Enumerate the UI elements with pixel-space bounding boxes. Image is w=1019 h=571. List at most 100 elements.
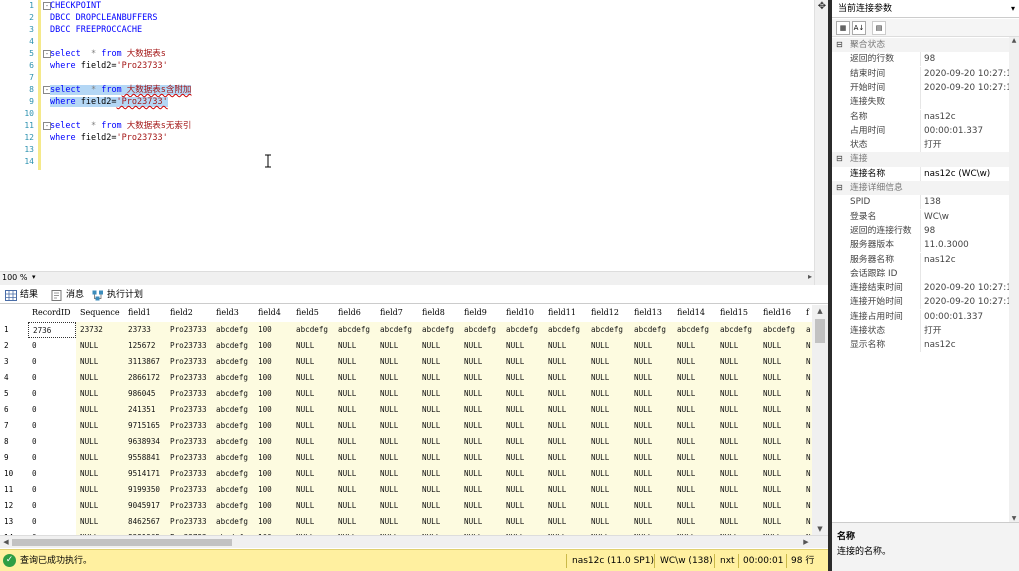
table-cell[interactable]: NULL [630,450,673,466]
property-row[interactable]: 连接结束时间 2020-09-20 10:27:15 [832,281,1019,296]
table-cell[interactable]: NULL [460,498,502,514]
table-cell[interactable]: NULL [292,514,334,530]
table-cell[interactable]: NULL [76,450,124,466]
table-cell[interactable]: N [802,450,812,466]
table-cell[interactable]: NULL [759,386,802,402]
table-cell[interactable]: Pro23733 [166,418,212,434]
row-number[interactable]: 13 [0,514,28,530]
table-cell[interactable]: 3113867 [124,354,166,370]
property-row[interactable]: 开始时间 2020-09-20 10:27:13 [832,80,1019,95]
table-cell[interactable]: NULL [376,466,418,482]
table-row[interactable]: 2 0 NULL 125672 Pro23733 abcdefg 100 NULL NULL NU… [0,338,812,354]
table-cell[interactable]: 0 [28,482,76,498]
table-cell[interactable]: NULL [376,514,418,530]
table-cell[interactable]: NULL [76,482,124,498]
table-cell[interactable]: 8462567 [124,514,166,530]
column-header[interactable]: f [802,305,812,321]
table-cell[interactable]: Pro23733 [166,402,212,418]
table-cell[interactable]: NULL [759,466,802,482]
scroll-up-icon[interactable]: ▲ [1009,37,1019,44]
table-cell[interactable]: NULL [76,354,124,370]
table-cell[interactable]: NULL [376,402,418,418]
table-cell[interactable]: NULL [673,450,716,466]
table-cell[interactable]: 9514171 [124,466,166,482]
table-cell[interactable]: abcdefg [212,450,254,466]
table-cell[interactable]: abcdefg [212,482,254,498]
grid-horizontal-scrollbar[interactable]: ◀ ▶ [0,535,828,548]
table-cell[interactable]: NULL [460,354,502,370]
table-cell[interactable]: NULL [334,450,376,466]
code-line[interactable]: select * from 大数据表s含附加 [50,84,192,96]
table-cell[interactable]: 100 [254,418,292,434]
row-number[interactable]: 2 [0,338,28,354]
table-cell[interactable]: NULL [376,450,418,466]
table-row[interactable]: 4 0 NULL 2866172 Pro23733 abcdefg 100 NULL NULL N… [0,370,812,386]
table-cell[interactable]: NULL [502,466,544,482]
table-cell[interactable]: NULL [716,402,759,418]
table-cell[interactable]: NULL [759,498,802,514]
table-cell[interactable]: NULL [544,498,587,514]
table-row[interactable]: 7 0 NULL 9715165 Pro23733 abcdefg 100 NULL NULL N… [0,418,812,434]
table-cell[interactable]: 2866172 [124,370,166,386]
table-cell[interactable]: N [802,498,812,514]
table-cell[interactable]: abcdefg [212,338,254,354]
table-cell[interactable]: NULL [418,354,460,370]
column-header[interactable]: field2 [166,305,212,321]
table-cell[interactable]: NULL [418,498,460,514]
table-cell[interactable]: NULL [630,354,673,370]
table-cell[interactable]: abcdefg [212,354,254,370]
collapse-toggle-icon[interactable]: ⊟ [836,38,843,52]
table-cell[interactable]: NULL [418,450,460,466]
table-cell[interactable]: NULL [418,482,460,498]
table-cell[interactable]: NULL [673,514,716,530]
scroll-right-icon[interactable]: ▶ [800,536,812,549]
table-cell[interactable]: NULL [76,418,124,434]
column-header[interactable]: field13 [630,305,673,321]
tab-messages[interactable]: 消息 [48,288,92,303]
table-cell[interactable]: 100 [254,466,292,482]
table-cell[interactable]: abcdefg [418,322,460,338]
table-cell[interactable]: abcdefg [212,514,254,530]
table-cell[interactable]: NULL [587,514,630,530]
table-cell[interactable]: NULL [376,498,418,514]
table-cell[interactable]: abcdefg [334,322,376,338]
table-cell[interactable]: abcdefg [544,322,587,338]
table-cell[interactable]: Pro23733 [166,354,212,370]
table-cell[interactable]: NULL [460,418,502,434]
results-grid[interactable]: RecordID Sequence field1 field2 field3 field4… [0,305,812,535]
property-row[interactable]: 服务器版本 11.0.3000 [832,238,1019,253]
table-cell[interactable]: NULL [502,370,544,386]
property-row[interactable]: 返回的行数 98 [832,52,1019,67]
table-cell[interactable]: NULL [376,370,418,386]
table-cell[interactable]: NULL [544,450,587,466]
table-cell[interactable]: Pro23733 [166,338,212,354]
table-cell[interactable]: 0 [28,418,76,434]
code-line[interactable]: select * from 大数据表s [50,48,166,60]
table-cell[interactable]: Pro23733 [166,386,212,402]
table-cell[interactable]: NULL [502,514,544,530]
table-cell[interactable]: NULL [673,386,716,402]
table-cell[interactable]: NULL [587,338,630,354]
table-cell[interactable]: 23732 [76,322,124,338]
table-cell[interactable]: 9199350 [124,482,166,498]
sort-alphabetical-icon[interactable]: A↓ [852,21,866,35]
table-cell[interactable]: NULL [76,434,124,450]
table-cell[interactable]: NULL [716,466,759,482]
table-cell[interactable]: NULL [460,370,502,386]
column-header[interactable]: field10 [502,305,544,321]
table-cell[interactable]: 0 [28,498,76,514]
property-row[interactable]: 连接开始时间 2020-09-20 10:27:13 [832,295,1019,310]
table-cell[interactable]: NULL [418,434,460,450]
property-row[interactable]: 返回的连接行数 98 [832,223,1019,238]
table-cell[interactable]: abcdefg [212,386,254,402]
property-row[interactable]: 连接失败 [832,95,1019,110]
table-cell[interactable]: a [802,322,812,338]
table-cell[interactable]: 9558841 [124,450,166,466]
table-cell[interactable]: abcdefg [212,402,254,418]
row-number[interactable]: 3 [0,354,28,370]
table-cell[interactable]: NULL [544,434,587,450]
table-cell[interactable]: NULL [587,466,630,482]
table-cell[interactable]: NULL [334,354,376,370]
column-header[interactable]: field1 [124,305,166,321]
table-cell[interactable]: 0 [28,354,76,370]
